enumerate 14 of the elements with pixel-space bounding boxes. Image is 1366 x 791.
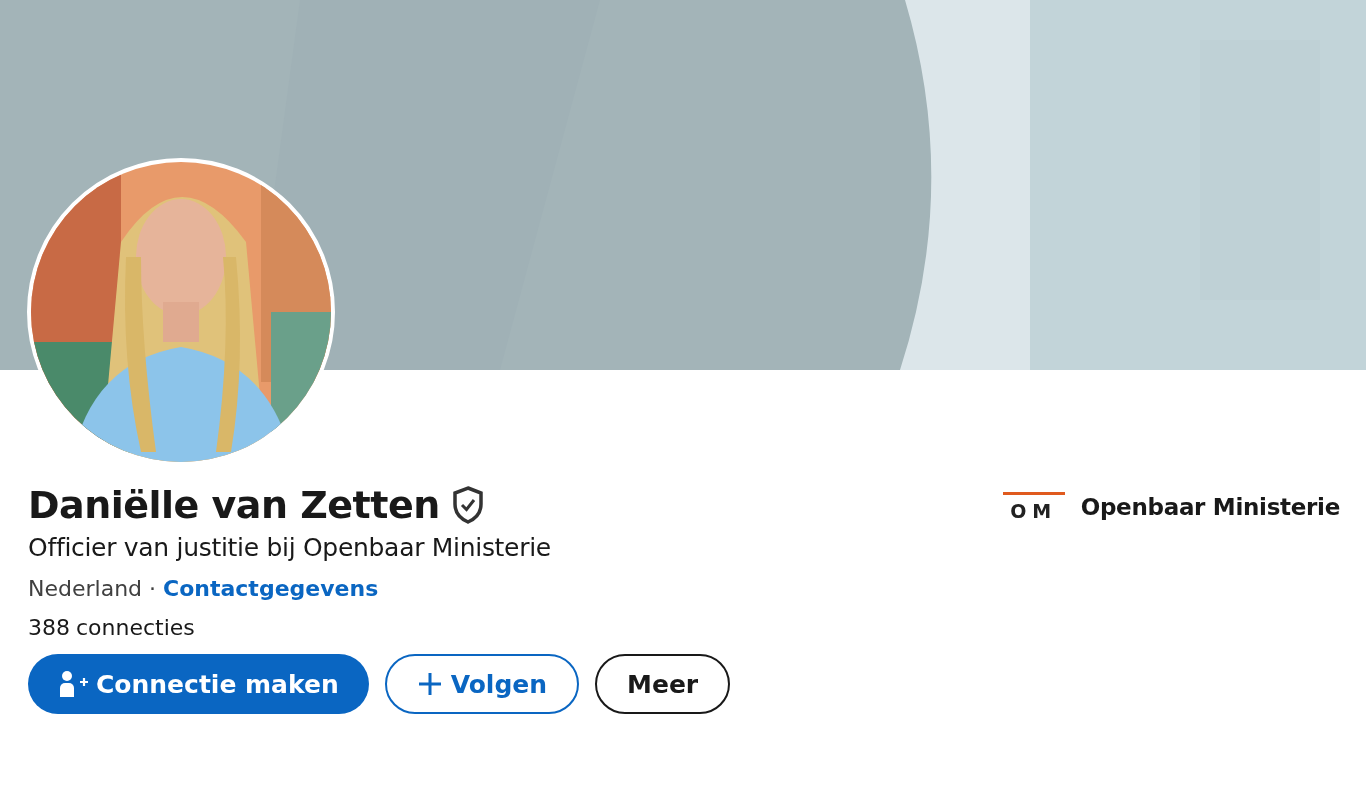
organization-name[interactable]: Openbaar Ministerie (1080, 494, 1340, 520)
connect-button[interactable]: Connectie maken (28, 654, 369, 714)
connections-label: connecties (76, 615, 195, 640)
add-person-icon (58, 670, 88, 698)
separator-dot: · (149, 576, 157, 601)
more-button[interactable]: Meer (595, 654, 731, 714)
follow-button[interactable]: Volgen (384, 654, 580, 714)
connections-count: 388 (28, 615, 70, 640)
profile-name: Daniëlle van Zetten (28, 483, 440, 527)
headline: Officier van justitie bij Openbaar Ministerie (28, 533, 551, 562)
contact-info-link[interactable]: Contactgegevens (163, 576, 379, 601)
location: Nederland (28, 576, 143, 601)
organization-logo: OM (1002, 492, 1065, 522)
plus-icon (416, 671, 443, 697)
